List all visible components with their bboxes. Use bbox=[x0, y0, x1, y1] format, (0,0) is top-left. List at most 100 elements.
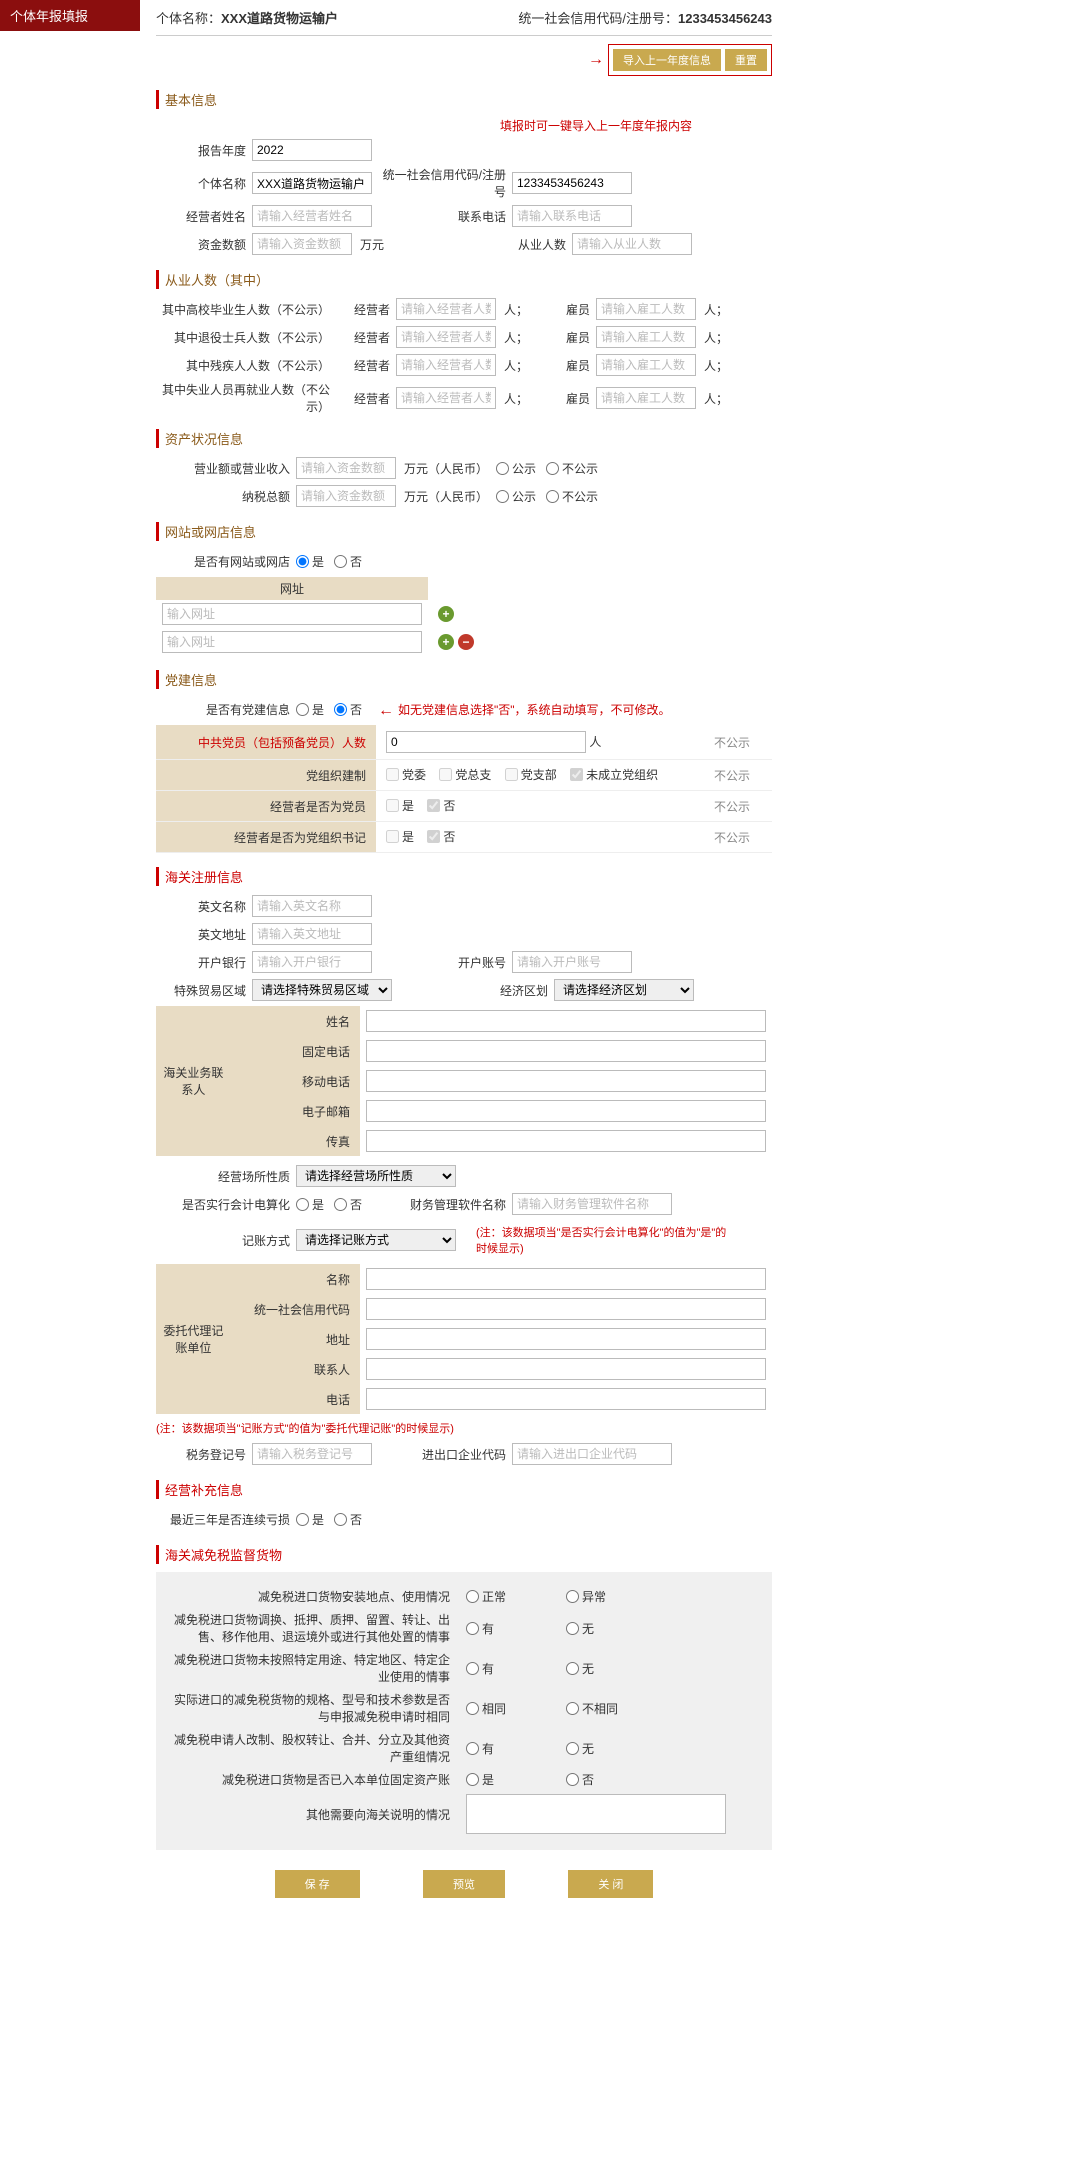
radio-dj-no[interactable]: 否 bbox=[334, 701, 362, 718]
input-year[interactable] bbox=[252, 139, 372, 161]
radio-sup-2-a[interactable]: 有 bbox=[466, 1660, 556, 1677]
radio-loss-yes[interactable]: 是 bbox=[296, 1511, 324, 1528]
add-icon[interactable]: + bbox=[438, 606, 454, 622]
radio-sup-4-a[interactable]: 有 bbox=[466, 1740, 556, 1757]
select-ecozone[interactable]: 请选择经济区划 bbox=[554, 979, 694, 1001]
chk-mem-yes[interactable]: 是 bbox=[386, 797, 414, 814]
lbl-ecozone: 经济区划 bbox=[414, 982, 554, 999]
input-enname[interactable] bbox=[252, 895, 372, 917]
input-rev[interactable] bbox=[296, 457, 396, 479]
chk-dw[interactable]: 党委 bbox=[386, 766, 426, 783]
radio-sup-0-b[interactable]: 异常 bbox=[566, 1588, 656, 1605]
radio-site-yes[interactable]: 是 bbox=[296, 553, 324, 570]
radio-rev-nopub[interactable]: 不公示 bbox=[546, 460, 598, 477]
chk-sec-yes[interactable]: 是 bbox=[386, 828, 414, 845]
input-emp[interactable] bbox=[572, 233, 692, 255]
input-tax[interactable] bbox=[296, 485, 396, 507]
pub-sec: 不公示 bbox=[692, 822, 772, 853]
lbl-sup-2: 减免税进口货物未按照特定用途、特定地区、特定企业使用的情事 bbox=[166, 1651, 466, 1685]
select-tradezone[interactable]: 请选择特殊贸易区域 bbox=[252, 979, 392, 1001]
lbl-emp-0: 其中高校毕业生人数（不公示） bbox=[156, 301, 336, 318]
lbl-other: 其他需要向海关说明的情况 bbox=[166, 1806, 466, 1823]
radio-sup-0-a[interactable]: 正常 bbox=[466, 1588, 556, 1605]
input-emp-hire-0[interactable] bbox=[596, 298, 696, 320]
input-c4[interactable] bbox=[366, 1130, 766, 1152]
input-url-2[interactable] bbox=[162, 631, 422, 653]
radio-sup-5-a[interactable]: 是 bbox=[466, 1771, 556, 1788]
input-a4[interactable] bbox=[366, 1388, 766, 1410]
lbl-bank: 开户银行 bbox=[156, 954, 252, 971]
lbl-c3: 电子邮箱 bbox=[231, 1096, 360, 1126]
radio-sup-1-b[interactable]: 无 bbox=[566, 1620, 656, 1637]
radio-dj-yes[interactable]: 是 bbox=[296, 701, 324, 718]
input-emp-op-1[interactable] bbox=[396, 326, 496, 348]
input-emp-hire-3[interactable] bbox=[596, 387, 696, 409]
chk-none[interactable]: 未成立党组织 bbox=[570, 766, 658, 783]
input-emp-op-0[interactable] bbox=[396, 298, 496, 320]
radio-elec-yes[interactable]: 是 bbox=[296, 1196, 324, 1213]
lbl-sup-1: 减免税进口货物调换、抵押、质押、留置、转让、出售、移作他用、退运境外或进行其他处… bbox=[166, 1611, 466, 1645]
input-a3[interactable] bbox=[366, 1358, 766, 1380]
input-acct[interactable] bbox=[512, 951, 632, 973]
chk-dzb[interactable]: 党支部 bbox=[505, 766, 557, 783]
input-emp-op-2[interactable] bbox=[396, 354, 496, 376]
radio-elec-no[interactable]: 否 bbox=[334, 1196, 362, 1213]
input-c1[interactable] bbox=[366, 1040, 766, 1062]
lbl-a1: 统一社会信用代码 bbox=[231, 1294, 360, 1324]
input-a1[interactable] bbox=[366, 1298, 766, 1320]
section-site: 网站或网店信息 bbox=[156, 522, 772, 541]
input-enaddr[interactable] bbox=[252, 923, 372, 945]
input-emp-op-3[interactable] bbox=[396, 387, 496, 409]
lbl-emp-1: 其中退役士兵人数（不公示） bbox=[156, 329, 336, 346]
input-name[interactable] bbox=[252, 172, 372, 194]
input-c3[interactable] bbox=[366, 1100, 766, 1122]
input-operator[interactable] bbox=[252, 205, 372, 227]
add-icon[interactable]: + bbox=[438, 634, 454, 650]
radio-rev-pub[interactable]: 公示 bbox=[496, 460, 536, 477]
input-soft[interactable] bbox=[512, 1193, 672, 1215]
radio-sup-2-b[interactable]: 无 bbox=[566, 1660, 656, 1677]
radio-loss-no[interactable]: 否 bbox=[334, 1511, 362, 1528]
radio-site-no[interactable]: 否 bbox=[334, 553, 362, 570]
lbl-place: 经营场所性质 bbox=[156, 1168, 296, 1185]
radio-sup-4-b[interactable]: 无 bbox=[566, 1740, 656, 1757]
radio-sup-5-b[interactable]: 否 bbox=[566, 1771, 656, 1788]
close-button[interactable]: 关 闭 bbox=[568, 1870, 653, 1898]
input-bank[interactable] bbox=[252, 951, 372, 973]
input-capital[interactable] bbox=[252, 233, 352, 255]
top-button-box: 导入上一年度信息 重置 bbox=[608, 44, 772, 76]
input-url-1[interactable] bbox=[162, 603, 422, 625]
input-other-note[interactable] bbox=[466, 1794, 726, 1834]
input-phone[interactable] bbox=[512, 205, 632, 227]
header-entity: 个体名称：XXX道路货物运输户 bbox=[156, 8, 338, 27]
input-a2[interactable] bbox=[366, 1328, 766, 1350]
radio-tax-pub[interactable]: 公示 bbox=[496, 488, 536, 505]
chk-mem-no[interactable]: 否 bbox=[427, 797, 455, 814]
preview-button[interactable]: 预览 bbox=[423, 1870, 505, 1898]
remove-icon[interactable]: − bbox=[458, 634, 474, 650]
save-button[interactable]: 保 存 bbox=[275, 1870, 360, 1898]
sidebar-title[interactable]: 个体年报填报 bbox=[0, 0, 140, 31]
input-emp-hire-2[interactable] bbox=[596, 354, 696, 376]
input-c2[interactable] bbox=[366, 1070, 766, 1092]
select-book[interactable]: 请选择记账方式 bbox=[296, 1229, 456, 1251]
section-asset: 资产状况信息 bbox=[156, 429, 772, 448]
lbl-a3: 联系人 bbox=[231, 1354, 360, 1384]
radio-sup-1-a[interactable]: 有 bbox=[466, 1620, 556, 1637]
reset-button[interactable]: 重置 bbox=[725, 49, 767, 71]
input-c0[interactable] bbox=[366, 1010, 766, 1032]
radio-sup-3-a[interactable]: 相同 bbox=[466, 1700, 556, 1717]
input-iecode[interactable] bbox=[512, 1443, 672, 1465]
radio-sup-3-b[interactable]: 不相同 bbox=[566, 1700, 656, 1717]
import-button[interactable]: 导入上一年度信息 bbox=[613, 49, 721, 71]
radio-tax-nopub[interactable]: 不公示 bbox=[546, 488, 598, 505]
input-emp-hire-1[interactable] bbox=[596, 326, 696, 348]
input-taxreg[interactable] bbox=[252, 1443, 372, 1465]
tip-dj: 如无党建信息选择"否"，系统自动填写，不可修改。 bbox=[398, 701, 671, 718]
select-place[interactable]: 请选择经营场所性质 bbox=[296, 1165, 456, 1187]
input-code[interactable] bbox=[512, 172, 632, 194]
chk-dzz[interactable]: 党总支 bbox=[439, 766, 491, 783]
input-member-count[interactable] bbox=[386, 731, 586, 753]
input-a0[interactable] bbox=[366, 1268, 766, 1290]
chk-sec-no[interactable]: 否 bbox=[427, 828, 455, 845]
